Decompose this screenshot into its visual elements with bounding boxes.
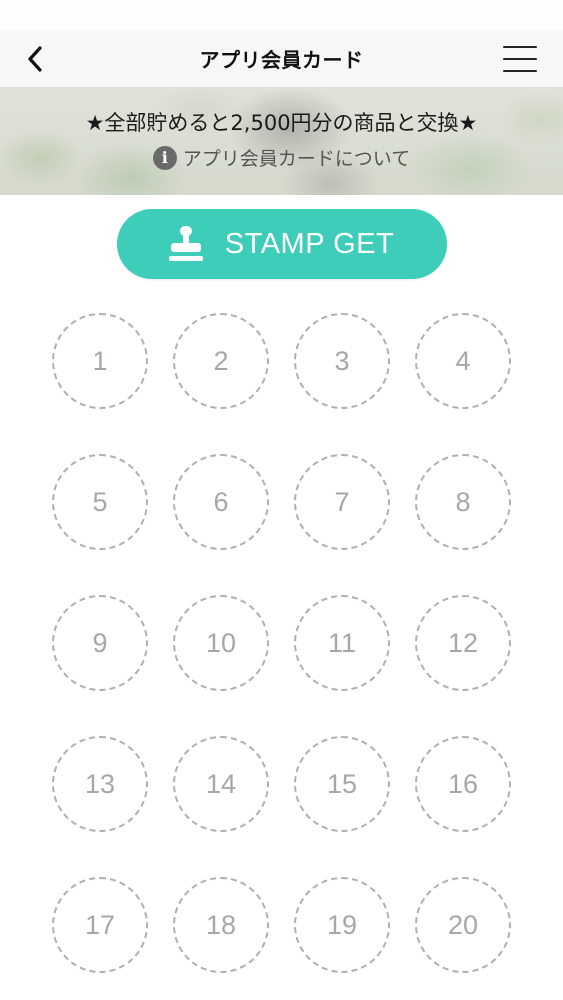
stamp-get-button[interactable]: STAMP GET [116,209,447,279]
info-icon: i [152,145,177,170]
stamp-slot: 5 [52,454,148,550]
stamp-slot: 16 [415,736,511,832]
stamp-slot: 17 [52,877,148,973]
menu-button[interactable] [503,46,537,72]
banner: ★全部貯めると2,500円分の商品と交換★ i アプリ会員カードについて [0,88,563,195]
stamp-slot: 3 [294,313,390,409]
stamp-slot: 14 [173,736,269,832]
hamburger-menu-icon-line [503,70,537,72]
stamp-slot: 15 [294,736,390,832]
hamburger-menu-icon-line [503,58,537,60]
hamburger-menu-icon-line [503,46,537,48]
stamp-slot: 8 [415,454,511,550]
page-title: アプリ会員カード [199,48,364,72]
stamp-slot: 18 [173,877,269,973]
stamp-slot: 20 [415,877,511,973]
info-link-label: アプリ会員カードについて [182,148,411,170]
back-button[interactable] [20,44,50,74]
stamp-get-label: STAMP GET [224,227,395,260]
stamp-slot: 13 [52,736,148,832]
stamp-slot: 4 [415,313,511,409]
stamp-slot: 7 [294,454,390,550]
stamp-slot: 10 [173,595,269,691]
banner-headline: ★全部貯めると2,500円分の商品と交換★ [85,111,478,135]
navbar: アプリ会員カード [0,30,563,88]
member-card-info-link[interactable]: i アプリ会員カードについて [152,144,411,171]
stamp-slot: 6 [173,454,269,550]
chevron-left-icon [28,46,42,72]
stamp-slot: 11 [294,595,390,691]
status-bar [0,0,563,30]
stamp-slot: 9 [52,595,148,691]
stamp-slot: 2 [173,313,269,409]
stamp-slot: 1 [52,313,148,409]
stamp-icon [168,226,203,261]
stamp-slot: 12 [415,595,511,691]
stamp-slot: 19 [294,877,390,973]
